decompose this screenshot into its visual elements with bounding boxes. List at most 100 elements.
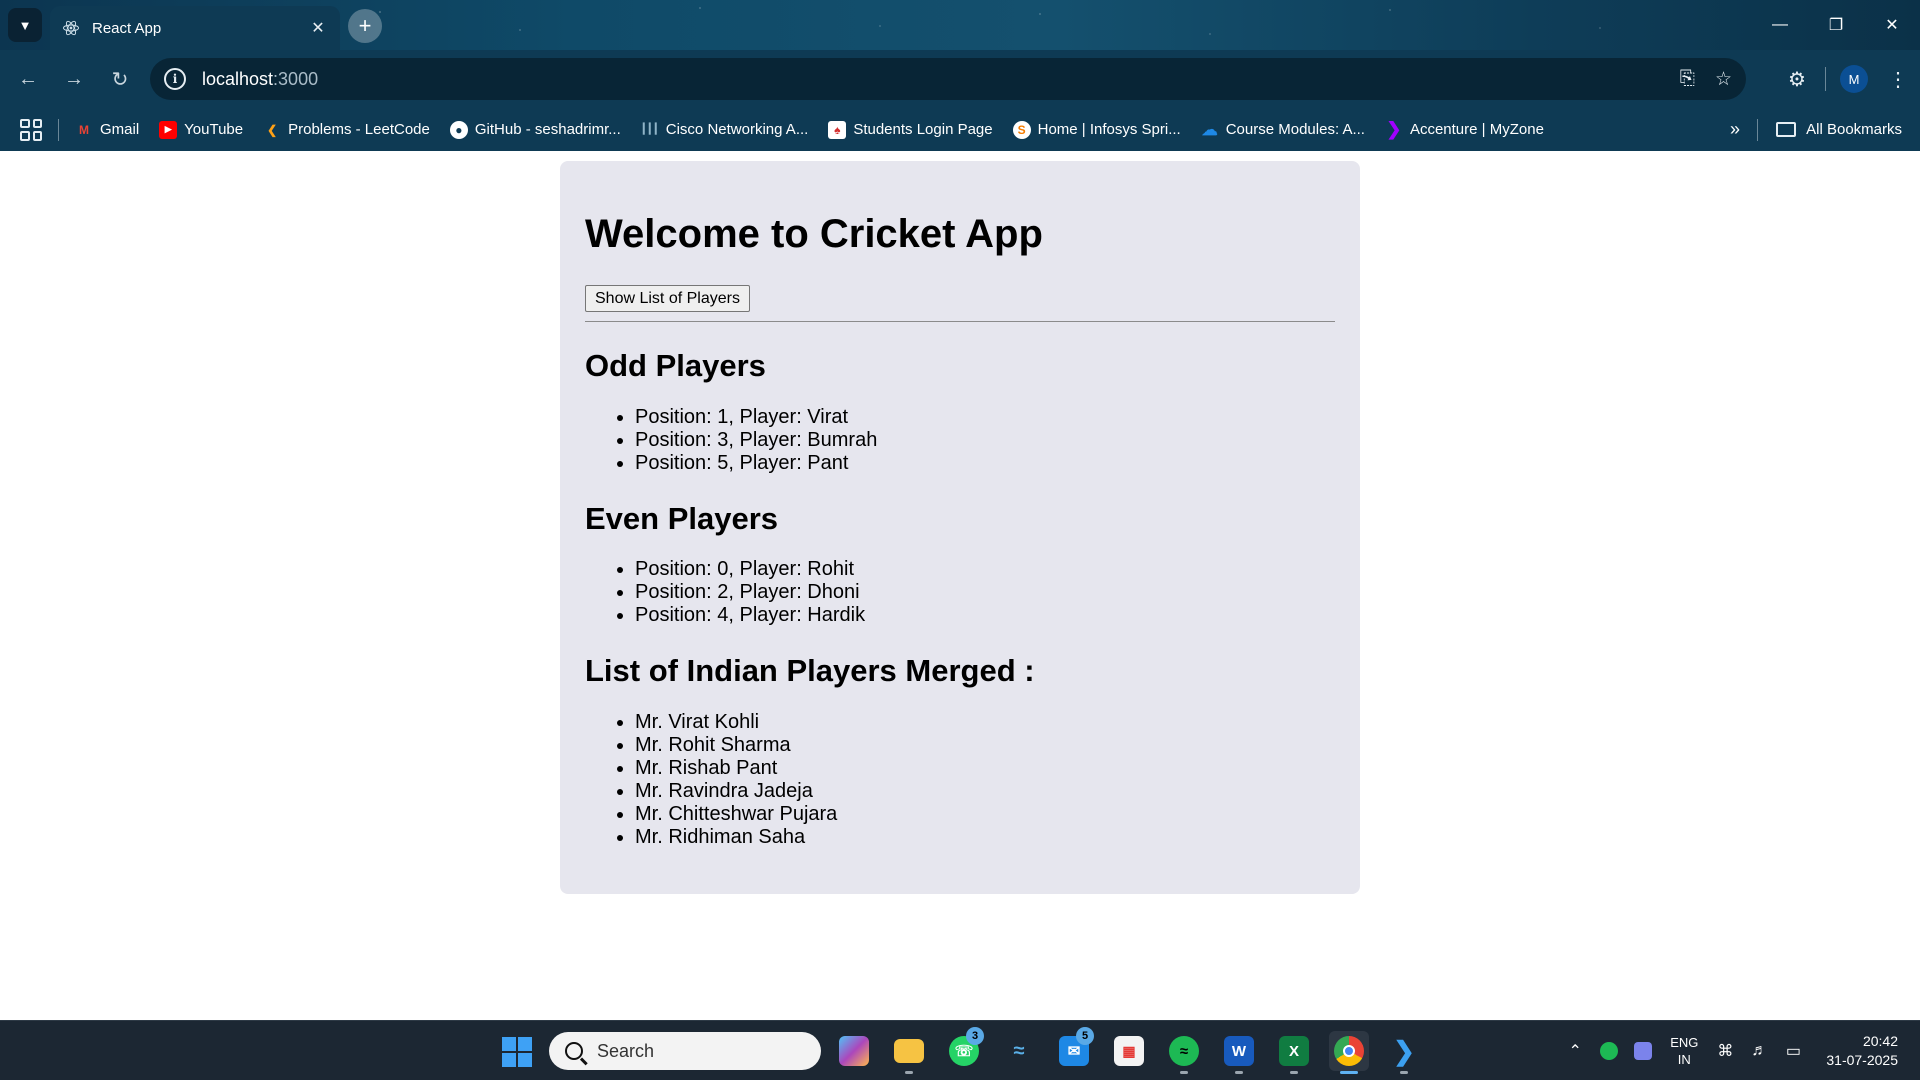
bookmark-github[interactable]: ● GitHub - seshadrimr... — [449, 120, 621, 139]
merged-players-heading: List of Indian Players Merged : — [585, 653, 1035, 689]
bookmark-course-modules[interactable]: ☁ Course Modules: A... — [1201, 121, 1365, 139]
bookmark-label: YouTube — [184, 121, 244, 138]
taskbar: Search ☏ 3 ≈ ✉ 5 ▦ ≈ W X ❯ ⌃ ENG IN ⌘ ♬ … — [0, 1020, 1920, 1080]
running-indicator — [905, 1071, 913, 1074]
clock-date: 31-07-2025 — [1826, 1052, 1898, 1068]
whatsapp-icon[interactable]: ☏ 3 — [944, 1027, 984, 1071]
infosys-icon: S — [1012, 120, 1031, 139]
show-players-button[interactable]: Show List of Players — [585, 285, 750, 312]
tab-search-button[interactable]: ▼ — [8, 8, 42, 42]
running-indicator — [1290, 1071, 1298, 1074]
bookmark-star-icon[interactable]: ☆ — [1715, 68, 1732, 91]
mysql-workbench-icon[interactable]: ≈ — [999, 1031, 1039, 1071]
bookmark-label: Accenture | MyZone — [1409, 121, 1544, 138]
language-code: ENG — [1670, 1035, 1699, 1050]
spotify-icon[interactable]: ≈ — [1164, 1031, 1204, 1074]
running-indicator — [1400, 1071, 1408, 1074]
more-bookmarks-icon[interactable]: » — [1730, 108, 1740, 151]
file-explorer-icon[interactable] — [889, 1031, 929, 1074]
list-item: Position: 4, Player: Hardik — [635, 604, 1335, 627]
list-item: Mr. Rohit Sharma — [635, 734, 1335, 757]
cisco-icon: ┃┃┃ — [640, 124, 659, 135]
cricket-app-card: Welcome to Cricket App Show List of Play… — [560, 161, 1360, 894]
apps-grid-icon[interactable] — [20, 118, 42, 141]
list-item: Mr. Chitteshwar Pujara — [635, 803, 1335, 826]
bookmark-infosys[interactable]: S Home | Infosys Spri... — [1012, 120, 1181, 139]
bookmark-youtube[interactable]: ▶ YouTube — [159, 120, 244, 139]
address-bar[interactable]: i localhost:3000 ⎘ ☆ — [150, 58, 1746, 100]
teams-tray-icon[interactable] — [1626, 1034, 1660, 1068]
url-text[interactable]: localhost:3000 — [202, 69, 318, 90]
active-indicator — [1340, 1071, 1358, 1074]
microsoft-store-icon[interactable]: ▦ — [1109, 1031, 1149, 1071]
merged-players-list: Mr. Virat Kohli Mr. Rohit Sharma Mr. Ris… — [585, 711, 1335, 849]
restore-button[interactable]: ❐ — [1808, 0, 1864, 50]
back-button[interactable]: ← — [6, 57, 50, 101]
clock[interactable]: 20:42 31-07-2025 — [1826, 1032, 1898, 1070]
bookmark-label: Cisco Networking A... — [665, 121, 809, 138]
bookmark-label: GitHub - seshadrimr... — [474, 121, 621, 138]
excel-icon[interactable]: X — [1274, 1031, 1314, 1074]
region-code: IN — [1677, 1052, 1691, 1067]
clock-time: 20:42 — [1862, 1033, 1898, 1049]
taskbar-search-box[interactable]: Search — [549, 1032, 821, 1070]
students-icon: ♠ — [828, 120, 847, 139]
leetcode-icon: ❮ — [267, 122, 278, 137]
list-item: Position: 5, Player: Pant — [635, 452, 1335, 475]
odd-players-heading: Odd Players — [585, 348, 766, 383]
whatsapp-badge: 3 — [966, 1027, 984, 1045]
more-menu-icon[interactable]: ⋮ — [1876, 57, 1920, 101]
install-app-icon[interactable]: ⎘ — [1680, 68, 1695, 90]
toolbar-divider — [1825, 67, 1826, 91]
forward-button[interactable]: → — [52, 57, 96, 101]
copilot-app-icon[interactable] — [834, 1031, 874, 1071]
vscode-icon[interactable]: ❯ — [1384, 1031, 1424, 1074]
tab-react-app[interactable]: React App ✕ — [50, 6, 340, 50]
language-indicator[interactable]: ENG IN — [1670, 1034, 1698, 1068]
all-bookmarks-button[interactable]: All Bookmarks — [1776, 108, 1902, 151]
avatar: M — [1840, 65, 1868, 93]
bookmarks-divider — [1757, 119, 1758, 141]
search-icon — [565, 1042, 583, 1060]
bookmark-students-login[interactable]: ♠ Students Login Page — [828, 120, 993, 139]
site-info-icon[interactable]: i — [164, 68, 186, 90]
divider — [585, 321, 1335, 322]
tab-title: React App — [92, 19, 162, 37]
bookmark-cisco[interactable]: ┃┃┃ Cisco Networking A... — [641, 121, 809, 139]
reload-button[interactable]: ↻ — [98, 57, 142, 101]
page-title: Welcome to Cricket App — [585, 212, 1043, 256]
list-item: Position: 3, Player: Bumrah — [635, 429, 1335, 452]
word-icon[interactable]: W — [1219, 1031, 1259, 1074]
outlook-badge: 5 — [1076, 1027, 1094, 1045]
page-viewport: Welcome to Cricket App Show List of Play… — [0, 151, 1920, 1020]
bookmark-gmail[interactable]: M Gmail — [75, 121, 139, 139]
chevron-up-icon[interactable]: ⌃ — [1558, 1034, 1592, 1068]
profile-button[interactable]: M — [1832, 57, 1876, 101]
list-item: Position: 1, Player: Virat — [635, 406, 1335, 429]
plus-icon: + — [358, 13, 372, 38]
chrome-icon[interactable] — [1329, 1031, 1369, 1074]
battery-icon[interactable]: ▭ — [1776, 1034, 1810, 1068]
close-window-button[interactable]: ✕ — [1864, 0, 1920, 50]
youtube-icon: ▶ — [159, 120, 178, 139]
gmail-icon: M — [79, 122, 89, 137]
bookmark-label: Course Modules: A... — [1225, 121, 1365, 138]
bookmark-accenture[interactable]: ❯ Accenture | MyZone — [1385, 119, 1544, 139]
bookmark-leetcode[interactable]: ❮ Problems - LeetCode — [263, 121, 430, 139]
search-placeholder: Search — [597, 1040, 655, 1061]
window-controls: — ❐ ✕ — [1752, 0, 1920, 50]
new-tab-button[interactable]: + — [348, 9, 382, 43]
even-players-list: Position: 0, Player: Rohit Position: 2, … — [585, 558, 1335, 627]
close-tab-icon[interactable]: ✕ — [308, 18, 328, 38]
outlook-icon[interactable]: ✉ 5 — [1054, 1027, 1094, 1071]
extensions-icon[interactable]: ⚙ — [1775, 57, 1819, 101]
wifi-icon[interactable]: ⌘ — [1708, 1034, 1742, 1068]
system-tray: ⌃ ENG IN ⌘ ♬ ▭ 20:42 31-07-2025 — [1558, 1021, 1920, 1080]
windows-start-button[interactable] — [502, 1037, 532, 1067]
folder-icon — [1776, 122, 1797, 137]
running-indicator — [1180, 1071, 1188, 1074]
minimize-button[interactable]: — — [1752, 0, 1808, 50]
github-icon: ● — [449, 120, 468, 139]
spotify-tray-icon[interactable] — [1592, 1034, 1626, 1068]
volume-icon[interactable]: ♬ — [1742, 1034, 1776, 1068]
